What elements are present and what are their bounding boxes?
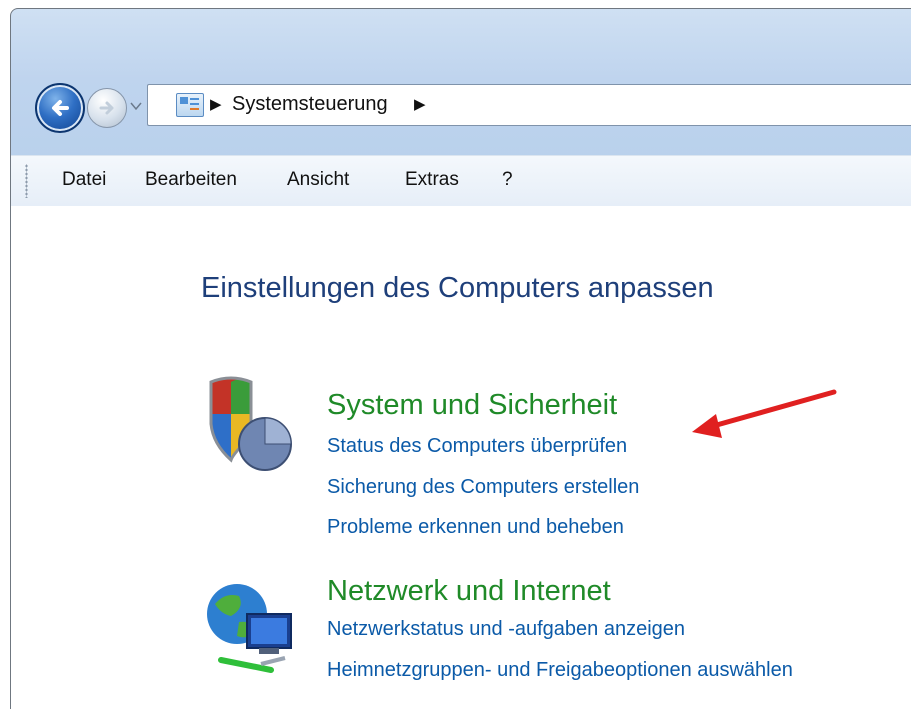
recent-pages-dropdown[interactable]: [128, 95, 144, 117]
menu-bar: Datei Bearbeiten Ansicht Extras ?: [11, 155, 911, 207]
forward-arrow-icon: [99, 101, 114, 115]
navigation-bar: ▶ Systemsteuerung ▶: [11, 81, 911, 145]
menu-ansicht[interactable]: Ansicht: [287, 168, 349, 192]
category-title-system-security[interactable]: System und Sicherheit: [327, 388, 617, 422]
menu-help[interactable]: ?: [502, 168, 513, 192]
breadcrumb-separator[interactable]: ▶: [414, 94, 426, 114]
page-title: Einstellungen des Computers anpassen: [201, 272, 714, 304]
title-bar[interactable]: [11, 9, 911, 69]
menubar-grip: [25, 164, 28, 198]
breadcrumb-separator[interactable]: ▶: [210, 94, 222, 114]
annotation-red-arrow-icon: [692, 389, 837, 438]
network-globe-icon[interactable]: [201, 574, 305, 682]
link-troubleshoot[interactable]: Probleme erkennen und beheben: [327, 514, 624, 540]
back-button[interactable]: [35, 83, 85, 133]
control-panel-content: Einstellungen des Computers anpassen Sys…: [11, 206, 911, 709]
security-shield-icon[interactable]: [203, 374, 303, 478]
link-status-computer[interactable]: Status des Computers überprüfen: [327, 433, 627, 459]
link-backup-computer[interactable]: Sicherung des Computers erstellen: [327, 474, 639, 500]
link-network-status[interactable]: Netzwerkstatus und -aufgaben anzeigen: [327, 616, 685, 642]
back-arrow-icon: [52, 100, 69, 116]
address-bar[interactable]: ▶ Systemsteuerung ▶: [147, 84, 911, 126]
forward-button[interactable]: [87, 88, 127, 128]
explorer-window: ▶ Systemsteuerung ▶ Datei Bearbeiten Ans…: [10, 8, 911, 709]
menu-extras[interactable]: Extras: [405, 168, 459, 192]
breadcrumb-systemsteuerung[interactable]: Systemsteuerung: [232, 91, 388, 117]
chevron-down-icon: [130, 102, 142, 111]
menu-datei[interactable]: Datei: [62, 168, 106, 192]
link-homegroup-sharing[interactable]: Heimnetzgruppen- und Freigabeoptionen au…: [327, 657, 793, 683]
category-title-network-internet[interactable]: Netzwerk und Internet: [327, 574, 611, 608]
control-panel-icon: [176, 93, 204, 117]
menu-bearbeiten[interactable]: Bearbeiten: [145, 168, 237, 192]
